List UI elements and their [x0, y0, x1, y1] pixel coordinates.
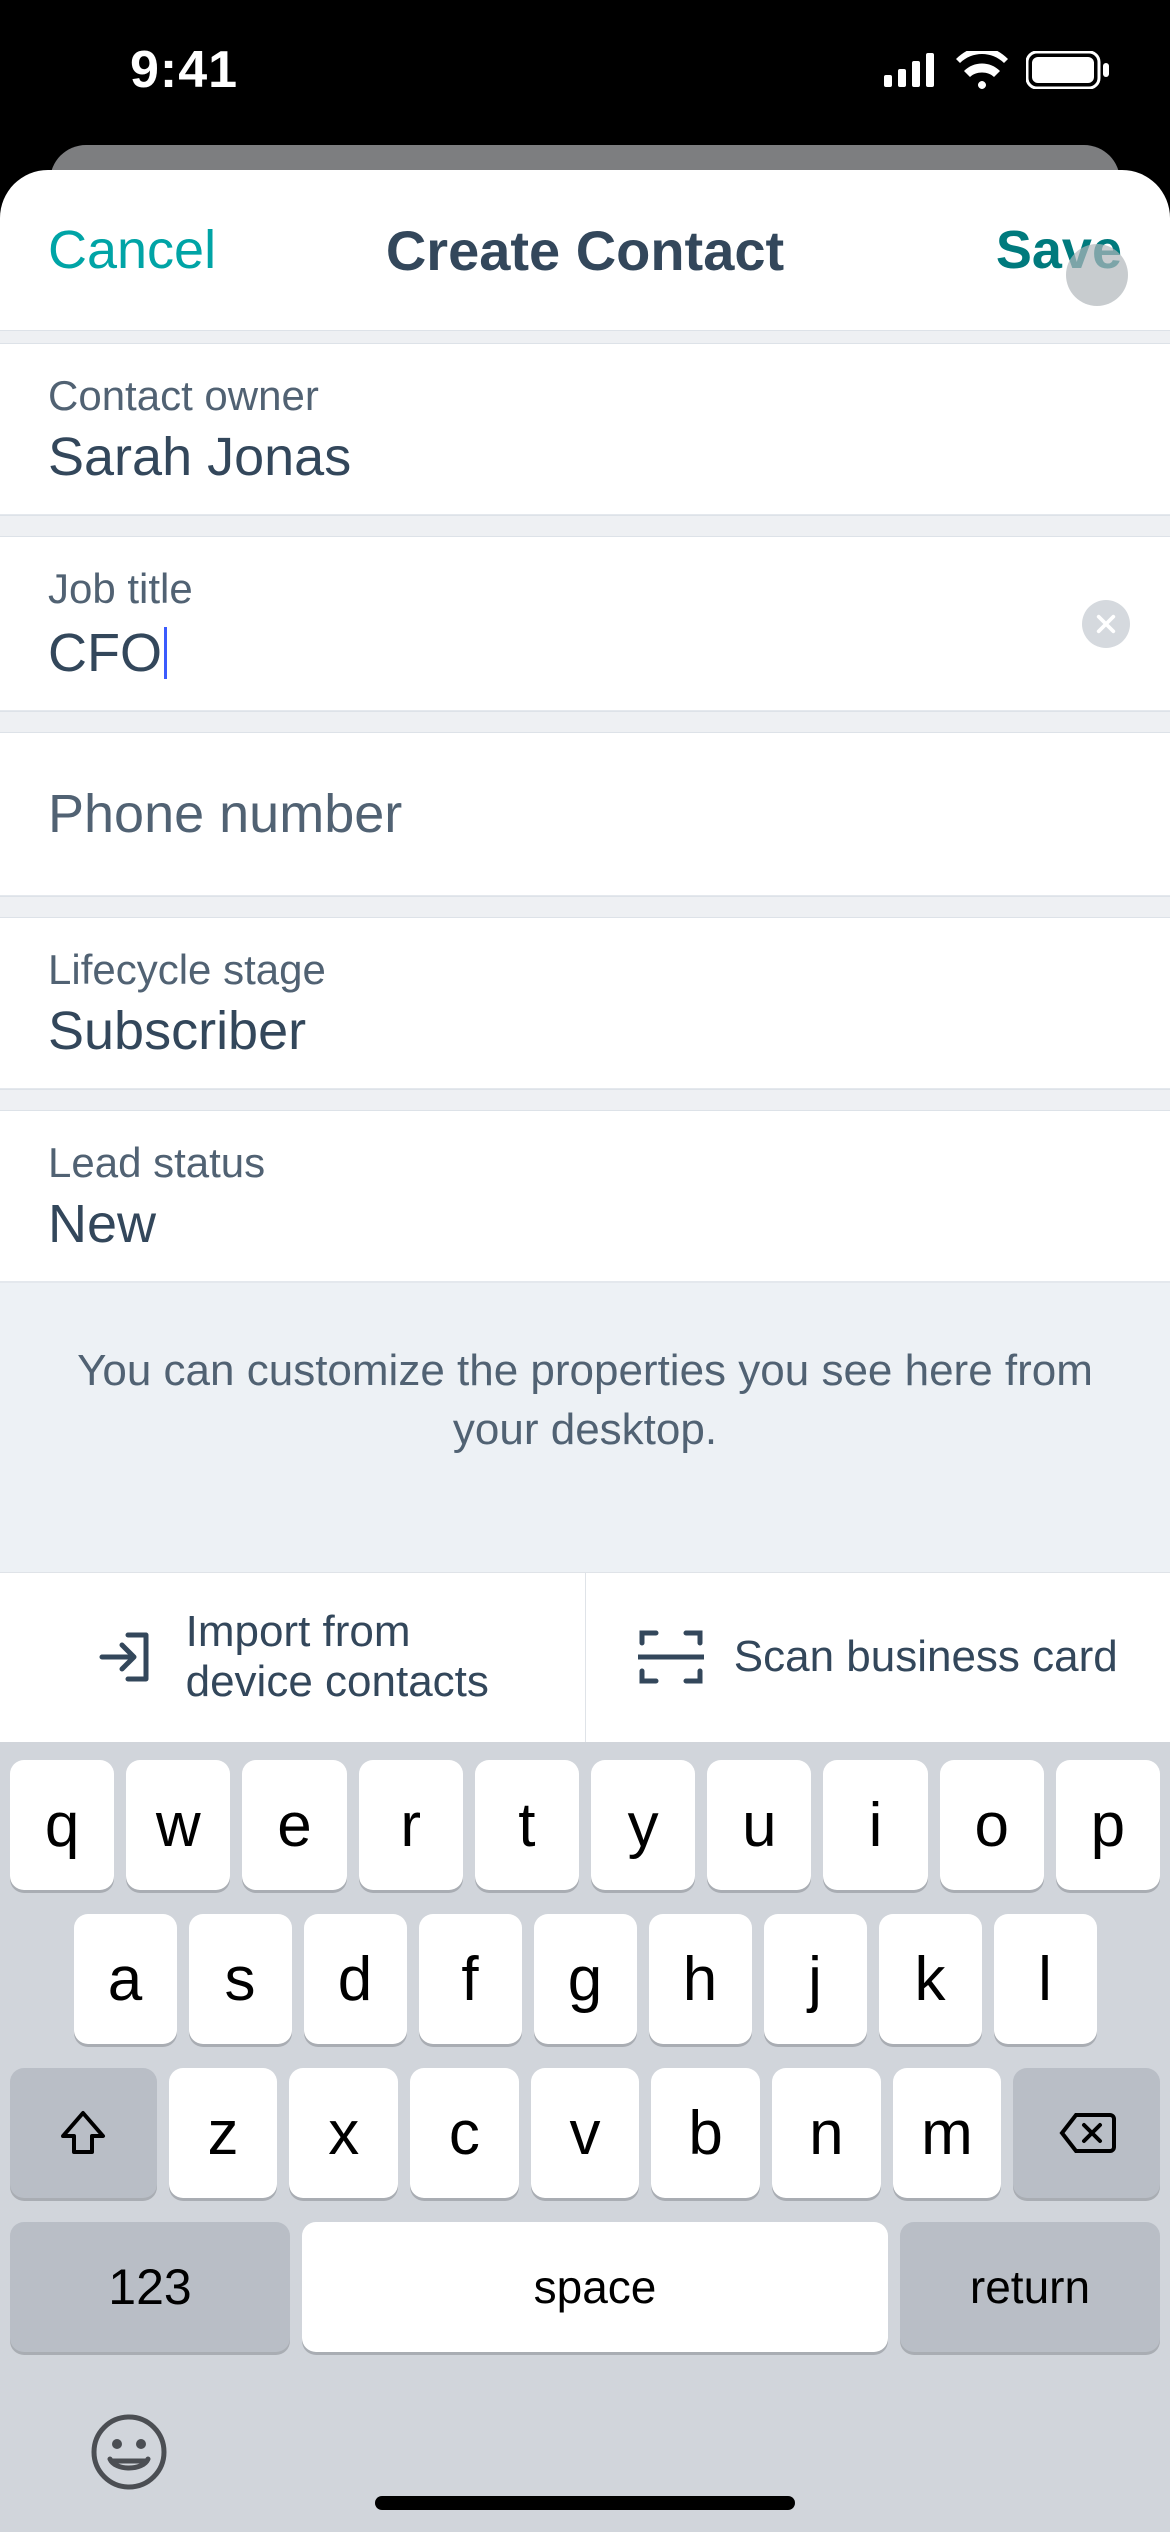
- key-f[interactable]: f: [419, 1914, 522, 2044]
- key-y[interactable]: y: [591, 1760, 695, 1890]
- space-key[interactable]: space: [302, 2222, 888, 2352]
- import-contacts-button[interactable]: Import fromdevice contacts: [0, 1573, 586, 1742]
- modal-sheet: Cancel Create Contact Save Contact owner…: [0, 170, 1170, 2532]
- section-divider: [0, 330, 1170, 344]
- close-icon: [1095, 613, 1117, 635]
- field-placeholder: Phone number: [48, 783, 1122, 845]
- lead-status-field[interactable]: Lead status New: [0, 1111, 1170, 1282]
- import-icon: [96, 1627, 156, 1687]
- key-i[interactable]: i: [823, 1760, 927, 1890]
- key-z[interactable]: z: [169, 2068, 278, 2198]
- key-l[interactable]: l: [994, 1914, 1097, 2044]
- keyboard: qwertyuiop asdfghjkl zxcvbnm 123 space r…: [0, 1742, 1170, 2532]
- section-divider: [0, 711, 1170, 733]
- scan-card-button[interactable]: Scan business card: [586, 1573, 1170, 1742]
- job-title-input[interactable]: CFO: [48, 622, 162, 684]
- key-k[interactable]: k: [879, 1914, 982, 2044]
- import-contacts-label: Import fromdevice contacts: [186, 1607, 489, 1708]
- key-p[interactable]: p: [1056, 1760, 1160, 1890]
- section-divider: [0, 1089, 1170, 1111]
- key-b[interactable]: b: [651, 2068, 760, 2198]
- return-key[interactable]: return: [900, 2222, 1160, 2352]
- shift-icon: [58, 2108, 108, 2158]
- emoji-button[interactable]: [90, 2413, 168, 2491]
- cellular-icon: [884, 53, 938, 87]
- phone-number-field[interactable]: Phone number: [0, 733, 1170, 896]
- key-q[interactable]: q: [10, 1760, 114, 1890]
- text-cursor: [164, 627, 167, 679]
- save-button[interactable]: Save: [996, 219, 1122, 281]
- key-j[interactable]: j: [764, 1914, 867, 2044]
- scan-card-label: Scan business card: [734, 1632, 1118, 1683]
- home-indicator[interactable]: [375, 2496, 795, 2510]
- section-divider: [0, 896, 1170, 918]
- key-u[interactable]: u: [707, 1760, 811, 1890]
- nav-bar: Cancel Create Contact Save: [0, 170, 1170, 330]
- backspace-key[interactable]: [1013, 2068, 1160, 2198]
- numbers-key[interactable]: 123: [10, 2222, 290, 2352]
- field-value: Sarah Jonas: [48, 426, 1122, 488]
- bottom-action-bar: Import fromdevice contacts Scan business…: [0, 1572, 1170, 1742]
- clear-button[interactable]: [1082, 600, 1130, 648]
- status-time: 9:41: [130, 40, 238, 100]
- cancel-button[interactable]: Cancel: [48, 219, 216, 281]
- status-bar: 9:41: [0, 0, 1170, 140]
- key-d[interactable]: d: [304, 1914, 407, 2044]
- lifecycle-stage-field[interactable]: Lifecycle stage Subscriber: [0, 918, 1170, 1089]
- key-w[interactable]: w: [126, 1760, 230, 1890]
- key-s[interactable]: s: [189, 1914, 292, 2044]
- field-label: Job title: [48, 565, 1122, 613]
- field-label: Lifecycle stage: [48, 946, 1122, 994]
- key-x[interactable]: x: [289, 2068, 398, 2198]
- field-label: Contact owner: [48, 372, 1122, 420]
- scan-icon: [638, 1629, 704, 1685]
- key-c[interactable]: c: [410, 2068, 519, 2198]
- backspace-icon: [1058, 2111, 1116, 2155]
- key-o[interactable]: o: [940, 1760, 1044, 1890]
- field-value: Subscriber: [48, 1000, 1122, 1062]
- key-a[interactable]: a: [74, 1914, 177, 2044]
- battery-icon: [1026, 51, 1110, 89]
- key-v[interactable]: v: [531, 2068, 640, 2198]
- field-value: New: [48, 1193, 1122, 1255]
- status-icons: [884, 51, 1110, 89]
- key-g[interactable]: g: [534, 1914, 637, 2044]
- key-m[interactable]: m: [893, 2068, 1002, 2198]
- section-divider: [0, 515, 1170, 537]
- shift-key[interactable]: [10, 2068, 157, 2198]
- wifi-icon: [956, 51, 1008, 89]
- info-text: You can customize the properties you see…: [0, 1282, 1170, 1518]
- key-e[interactable]: e: [242, 1760, 346, 1890]
- field-label: Lead status: [48, 1139, 1122, 1187]
- key-t[interactable]: t: [475, 1760, 579, 1890]
- job-title-field[interactable]: Job title CFO: [0, 537, 1170, 711]
- touch-indicator: [1066, 244, 1128, 306]
- key-n[interactable]: n: [772, 2068, 881, 2198]
- key-r[interactable]: r: [359, 1760, 463, 1890]
- key-h[interactable]: h: [649, 1914, 752, 2044]
- contact-owner-field[interactable]: Contact owner Sarah Jonas: [0, 344, 1170, 515]
